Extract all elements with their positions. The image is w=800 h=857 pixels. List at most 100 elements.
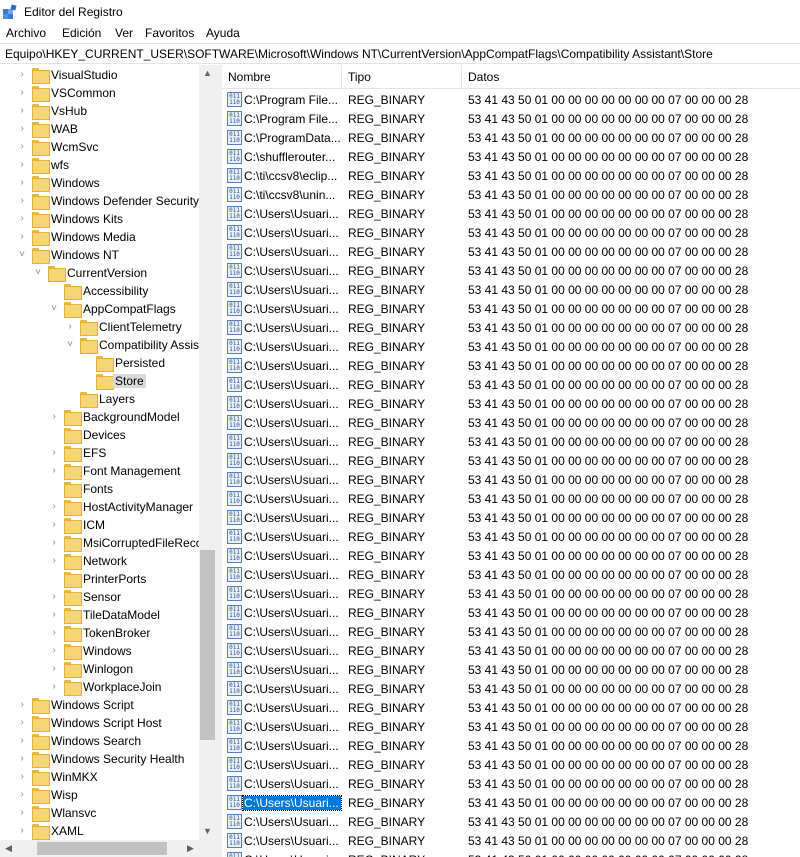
tree-item[interactable]: ˅ CurrentVersion — [0, 264, 199, 282]
chevron-right-icon[interactable]: › — [17, 699, 27, 711]
chevron-right-icon[interactable]: › — [17, 159, 27, 171]
scroll-up-arrow-icon[interactable]: ▲ — [199, 65, 216, 82]
chevron-right-icon[interactable]: › — [17, 231, 27, 243]
scroll-thumb-horizontal[interactable] — [37, 842, 167, 855]
value-row[interactable]: 011110C:\Users\Usuari... REG_BINARY 53 41 … — [222, 432, 800, 451]
tree-item[interactable]: Accessibility — [0, 282, 199, 300]
value-row[interactable]: 011110C:\Users\Usuari... REG_BINARY 53 41 … — [222, 261, 800, 280]
tree-item[interactable]: › Windows Kits — [0, 210, 199, 228]
tree-item[interactable]: › XAML — [0, 822, 199, 840]
chevron-down-icon[interactable]: ˅ — [49, 303, 59, 315]
tree-item[interactable]: › TileDataModel — [0, 606, 199, 624]
value-row[interactable]: 011110C:\Users\Usuari... REG_BINARY 53 41 … — [222, 793, 800, 812]
chevron-right-icon[interactable]: › — [49, 645, 59, 657]
value-row[interactable]: 011110C:\Users\Usuari... REG_BINARY 53 41 … — [222, 774, 800, 793]
chevron-right-icon[interactable]: › — [17, 177, 27, 189]
value-row[interactable]: 011 110 C:\Program File... REG_BINARY 53 41 … — [222, 109, 800, 128]
tree-item[interactable]: › Windows Media — [0, 228, 199, 246]
chevron-right-icon[interactable]: › — [49, 519, 59, 531]
tree-item[interactable]: Fonts — [0, 480, 199, 498]
value-row[interactable]: 011110C:\Users\Usuari... REG_BINARY 53 41 … — [222, 394, 800, 413]
value-row[interactable]: 011110C:\Users\Usuari... REG_BINARY 53 41 … — [222, 356, 800, 375]
chevron-right-icon[interactable]: › — [17, 717, 27, 729]
value-row[interactable]: 011110C:\Users\Usuari... REG_BINARY 53 41 … — [222, 850, 800, 857]
value-row[interactable]: 011 110 C:\ti\ccsv8\eclip... REG_BINARY 53 4… — [222, 166, 800, 185]
value-row[interactable]: 011 110 C:\ti\ccsv8\unin... REG_BINARY 53 41… — [222, 185, 800, 204]
value-row[interactable]: 011110C:\Users\Usuari... REG_BINARY 53 41 … — [222, 527, 800, 546]
tree-item[interactable]: PrinterPorts — [0, 570, 199, 588]
value-row[interactable]: 011110C:\Users\Usuari... REG_BINARY 53 41 … — [222, 641, 800, 660]
tree-item[interactable]: ˅ Windows NT — [0, 246, 199, 264]
tree-item[interactable]: › Windows Defender Security — [0, 192, 199, 210]
value-row[interactable]: 011 110 C:\shufflerouter... REG_BINARY 53 41… — [222, 147, 800, 166]
chevron-right-icon[interactable]: › — [17, 69, 27, 81]
chevron-right-icon[interactable]: › — [49, 663, 59, 675]
chevron-right-icon[interactable]: › — [17, 213, 27, 225]
tree-item[interactable]: › Windows Script — [0, 696, 199, 714]
chevron-right-icon[interactable]: › — [17, 825, 27, 837]
chevron-right-icon[interactable]: › — [17, 141, 27, 153]
value-row[interactable]: 011110C:\Users\Usuari... REG_BINARY 53 41 … — [222, 508, 800, 527]
column-tipo[interactable]: Tipo — [342, 65, 462, 89]
chevron-right-icon[interactable]: › — [49, 465, 59, 477]
column-datos[interactable]: Datos — [462, 65, 752, 89]
chevron-right-icon[interactable]: › — [49, 555, 59, 567]
chevron-right-icon[interactable]: › — [49, 681, 59, 693]
menu-favoritos[interactable]: Favoritos — [145, 26, 194, 40]
value-row[interactable]: 011110C:\Users\Usuari... REG_BINARY 53 41 … — [222, 337, 800, 356]
value-row[interactable]: 011110C:\Users\Usuari... REG_BINARY 53 41 … — [222, 603, 800, 622]
menu-ver[interactable]: Ver — [115, 26, 133, 40]
chevron-right-icon[interactable]: › — [49, 591, 59, 603]
tree-item[interactable]: › VisualStudio — [0, 66, 199, 84]
chevron-right-icon[interactable]: › — [17, 789, 27, 801]
value-row[interactable]: 011110C:\Users\Usuari... REG_BINARY 53 41 … — [222, 318, 800, 337]
tree-item[interactable]: › ICM — [0, 516, 199, 534]
value-row[interactable]: 011 110 C:\ProgramData... REG_BINARY 53 41 4… — [222, 128, 800, 147]
tree-item[interactable]: › Windows Security Health — [0, 750, 199, 768]
value-row[interactable]: 011110C:\Users\Usuari... REG_BINARY 53 41 … — [222, 280, 800, 299]
tree-item[interactable]: › BackgroundModel — [0, 408, 199, 426]
value-row[interactable]: 011 110 C:\Program File... REG_BINARY 53 41 … — [222, 90, 800, 109]
value-row[interactable]: 011110C:\Users\Usuari... REG_BINARY 53 41 … — [222, 660, 800, 679]
tree-item[interactable]: › VsHub — [0, 102, 199, 120]
tree-item[interactable]: › Windows — [0, 174, 199, 192]
tree-item[interactable]: › Font Management — [0, 462, 199, 480]
value-row[interactable]: 011110C:\Users\Usuari... REG_BINARY 53 41 … — [222, 736, 800, 755]
tree-item[interactable]: › WorkplaceJoin — [0, 678, 199, 696]
address-bar[interactable]: Equipo\HKEY_CURRENT_USER\SOFTWARE\Micros… — [0, 43, 800, 64]
tree-item[interactable]: › Wlansvc — [0, 804, 199, 822]
value-row[interactable]: 011110C:\Users\Usuari... REG_BINARY 53 41 … — [222, 755, 800, 774]
tree-item[interactable]: ˅ AppCompatFlags — [0, 300, 199, 318]
tree-item[interactable]: Persisted — [0, 354, 199, 372]
value-row[interactable]: 011110C:\Users\Usuari... REG_BINARY 53 41 … — [222, 679, 800, 698]
tree-item[interactable]: › Wisp — [0, 786, 199, 804]
menu-archivo[interactable]: Archivo — [6, 26, 46, 40]
value-row[interactable]: 011110C:\Users\Usuari... REG_BINARY 53 41 … — [222, 565, 800, 584]
chevron-right-icon[interactable]: › — [17, 771, 27, 783]
chevron-right-icon[interactable]: › — [49, 447, 59, 459]
tree-item[interactable]: › VSCommon — [0, 84, 199, 102]
tree-item[interactable]: › Windows Script Host — [0, 714, 199, 732]
chevron-right-icon[interactable]: › — [17, 195, 27, 207]
value-row[interactable]: 011110C:\Users\Usuari... REG_BINARY 53 41 … — [222, 489, 800, 508]
chevron-down-icon[interactable]: ˅ — [65, 339, 75, 351]
tree-item[interactable]: › EFS — [0, 444, 199, 462]
key-tree[interactable]: › VisualStudio › VSCommon › VsHub › WAB › WcmSvc ›… — [0, 65, 216, 857]
tree-vertical-scrollbar[interactable]: ▲ ▼ — [199, 65, 216, 840]
value-row[interactable]: 011110C:\Users\Usuari... REG_BINARY 53 41 … — [222, 470, 800, 489]
chevron-right-icon[interactable]: › — [17, 735, 27, 747]
chevron-right-icon[interactable]: › — [17, 753, 27, 765]
value-row[interactable]: 011110C:\Users\Usuari... REG_BINARY 53 41 … — [222, 299, 800, 318]
value-row[interactable]: 011110C:\Users\Usuari... REG_BINARY 53 41 … — [222, 812, 800, 831]
chevron-right-icon[interactable]: › — [49, 627, 59, 639]
scroll-down-arrow-icon[interactable]: ▼ — [199, 823, 216, 840]
tree-item[interactable]: › Windows — [0, 642, 199, 660]
scroll-left-arrow-icon[interactable]: ◀ — [0, 840, 17, 857]
tree-horizontal-scrollbar[interactable]: ◀ ▶ — [0, 840, 216, 857]
tree-item[interactable]: Devices — [0, 426, 199, 444]
menu-ayuda[interactable]: Ayuda — [206, 26, 240, 40]
chevron-right-icon[interactable]: › — [65, 321, 75, 333]
value-row[interactable]: 011110C:\Users\Usuari... REG_BINARY 53 41 … — [222, 451, 800, 470]
value-row[interactable]: 011110C:\Users\Usuari... REG_BINARY 53 41 … — [222, 375, 800, 394]
tree-item[interactable]: › Winlogon — [0, 660, 199, 678]
